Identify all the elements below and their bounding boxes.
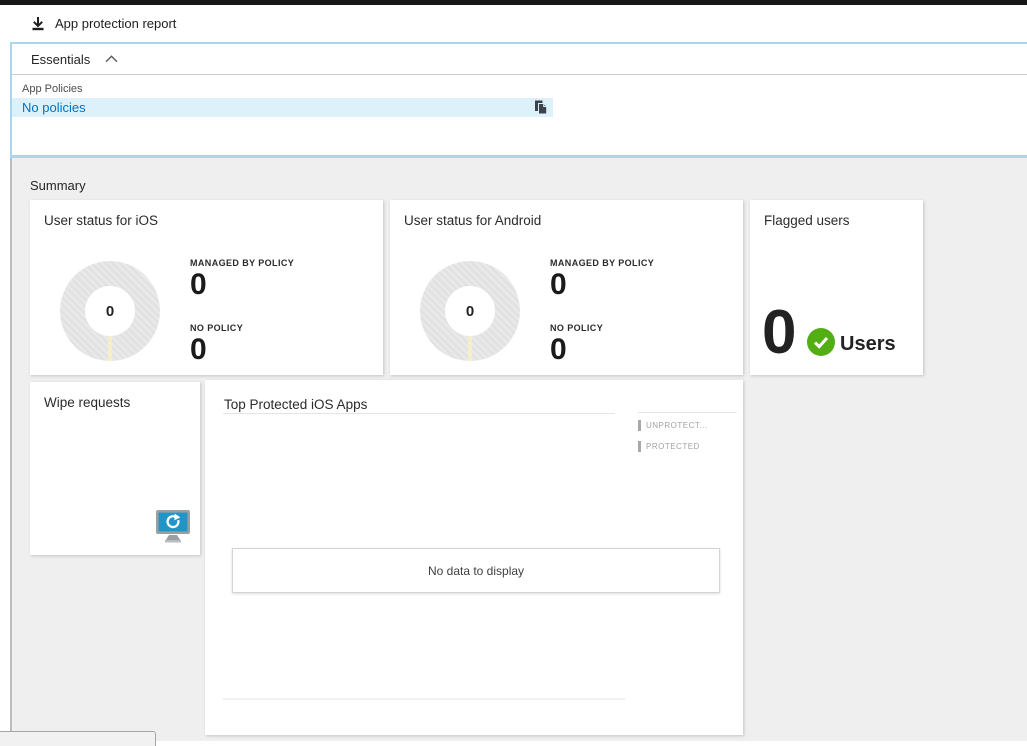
chevron-up-icon [105, 55, 118, 63]
android-managed-value: 0 [550, 268, 567, 301]
android-nopolicy-label: NO POLICY [550, 323, 604, 333]
no-data-message: No data to display [427, 563, 525, 578]
user-status-ios-card[interactable]: User status for iOS 0 MANAGED BY POLICY … [30, 200, 383, 375]
toolbar: App protection report [0, 5, 1027, 42]
essentials-panel: Essentials App Policies No policies [10, 42, 1027, 158]
app-policies-label: App Policies [22, 83, 83, 95]
no-data-message-box: No data to display [232, 548, 720, 593]
android-donut-chart: 0 [420, 261, 520, 361]
ios-managed-label: MANAGED BY POLICY [190, 258, 295, 268]
green-check-icon [807, 328, 835, 356]
copy-icon[interactable] [534, 100, 548, 115]
topapps-title-rule [223, 413, 615, 414]
ios-donut-chart: 0 [60, 261, 160, 361]
app-policies-value-link[interactable]: No policies [22, 100, 86, 115]
ios-nopolicy-label: NO POLICY [190, 323, 244, 333]
essentials-title: Essentials [31, 51, 91, 67]
flagged-card-title: Flagged users [764, 213, 850, 228]
summary-section: Summary User status for iOS 0 MANAGED BY… [10, 158, 1027, 741]
top-protected-ios-apps-card: Top Protected iOS Apps UNPROTECT... PROT… [205, 380, 743, 735]
ios-card-title: User status for iOS [44, 213, 159, 228]
android-nopolicy-value: 0 [550, 333, 567, 366]
ios-donut-tick [108, 335, 112, 361]
download-report-button[interactable]: App protection report [30, 16, 176, 32]
ios-nopolicy-value: 0 [190, 333, 207, 366]
legend-swatch-unprotected [638, 420, 641, 431]
essentials-body: App Policies No policies [12, 75, 1027, 117]
flagged-users-count: 0 [762, 298, 797, 367]
app-policies-row: No policies [12, 98, 553, 117]
topapps-card-title: Top Protected iOS Apps [224, 397, 368, 412]
legend-label-protected: PROTECTED [646, 442, 700, 451]
wipe-requests-card[interactable]: Wipe requests [30, 382, 200, 555]
topapps-bottom-rule [223, 698, 625, 700]
flagged-users-card[interactable]: Flagged users 0 Users [750, 200, 923, 375]
legend-item-protected: PROTECTED [638, 441, 700, 452]
android-card-title: User status for Android [404, 213, 542, 228]
essentials-header[interactable]: Essentials [12, 44, 1027, 75]
ios-donut-total: 0 [85, 286, 135, 336]
topapps-legend-rule [638, 412, 737, 413]
legend-swatch-protected [638, 441, 641, 452]
download-icon [30, 16, 46, 32]
flagged-users-unit: Users [840, 333, 896, 355]
user-status-android-card[interactable]: User status for Android 0 MANAGED BY POL… [390, 200, 743, 375]
legend-item-unprotected: UNPROTECT... [638, 420, 708, 431]
legend-label-unprotected: UNPROTECT... [646, 421, 708, 430]
android-managed-label: MANAGED BY POLICY [550, 258, 655, 268]
device-refresh-icon [155, 509, 191, 543]
toolbar-title: App protection report [55, 16, 177, 31]
android-donut-tick [468, 335, 472, 361]
ios-managed-value: 0 [190, 268, 207, 301]
android-donut-total: 0 [445, 286, 495, 336]
app-protection-report-screen: App protection report Essentials App Pol… [0, 0, 1027, 746]
browser-status-bubble [0, 731, 156, 746]
wipe-card-title: Wipe requests [44, 395, 131, 410]
summary-title: Summary [30, 178, 86, 193]
